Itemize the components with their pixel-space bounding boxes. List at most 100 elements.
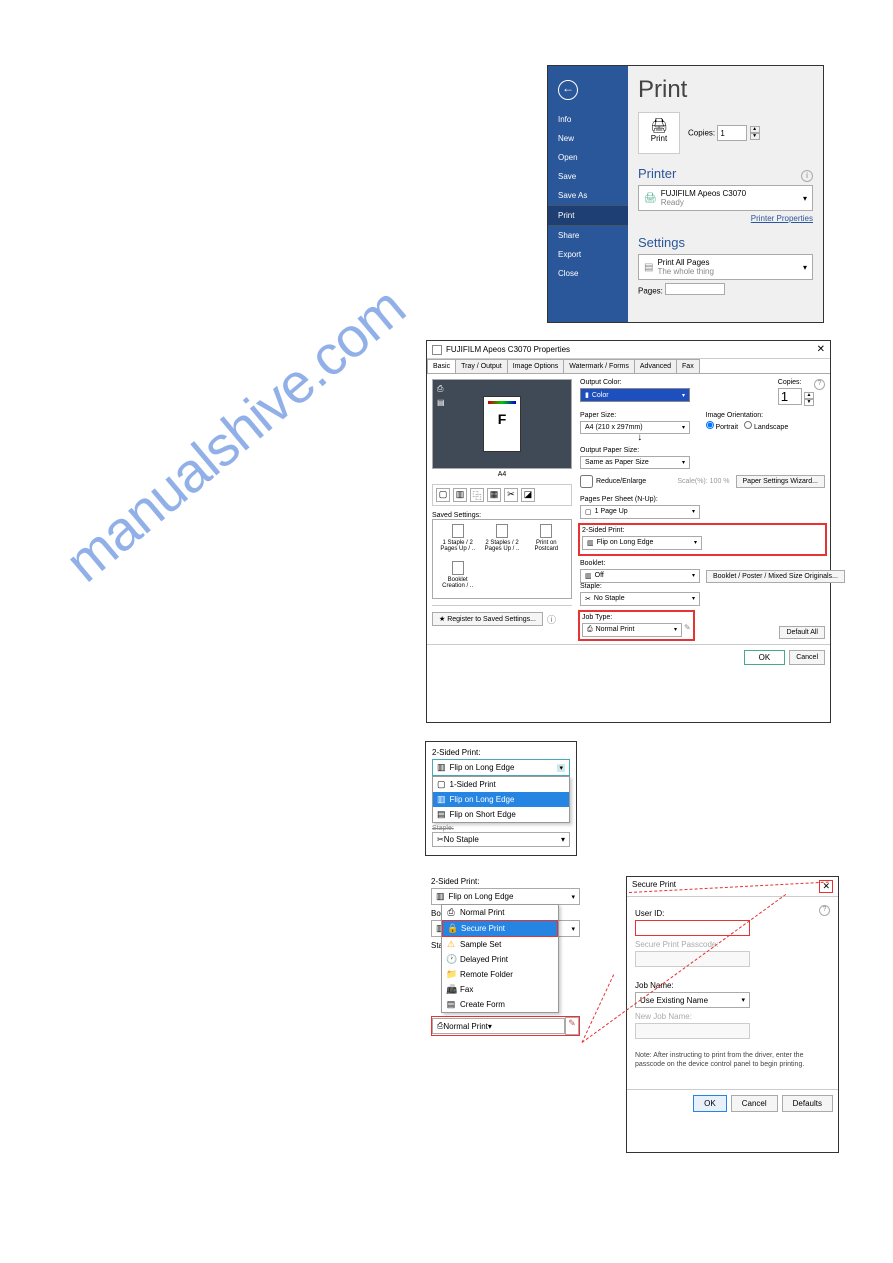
default-all-button[interactable]: Default All <box>779 626 825 639</box>
arrow-down-icon: ↓ <box>580 432 700 443</box>
print-all-pages-dropdown[interactable]: ▤ Print All Pages The whole thing ▾ <box>638 254 813 280</box>
copies-down[interactable]: ▼ <box>750 133 760 140</box>
booklet-wizard-button[interactable]: Booklet / Poster / Mixed Size Originals.… <box>706 570 845 583</box>
portrait-radio[interactable]: Portrait <box>706 421 739 431</box>
option-remote-folder[interactable]: 📁Remote Folder <box>442 967 558 982</box>
option-fax[interactable]: 📠Fax <box>442 982 558 997</box>
tab-advanced[interactable]: Advanced <box>634 359 677 373</box>
doc-icon <box>452 561 464 575</box>
print-preview: ⎙ ▤ F <box>432 379 572 469</box>
pages-per-sheet-dropdown[interactable]: ▢ 1 Page Up ▾ <box>580 505 700 519</box>
jobtype-select[interactable]: ⎙ Normal Print ▾ <box>432 1018 565 1034</box>
settings-heading: Settings <box>638 235 813 250</box>
option-create-form[interactable]: ▤Create Form <box>442 997 558 1012</box>
close-button[interactable]: ✕ <box>817 344 825 355</box>
tool-cut-icon[interactable]: ✂ <box>504 488 518 502</box>
tool-copy-icon[interactable]: ⿻ <box>470 488 484 502</box>
booklet-dropdown[interactable]: ▥ Off ▾ <box>580 569 700 583</box>
cancel-button[interactable]: Cancel <box>789 650 825 665</box>
copies-up[interactable]: ▲ <box>804 392 814 399</box>
ok-button[interactable]: OK <box>693 1095 727 1112</box>
tab-image[interactable]: Image Options <box>507 359 565 373</box>
sidebar-item-open[interactable]: Open <box>548 148 628 167</box>
info-icon[interactable]: i <box>801 170 813 182</box>
saved-item[interactable]: Booklet Creation / .. <box>437 561 478 595</box>
back-button[interactable] <box>558 80 578 100</box>
saved-item[interactable]: 1 Staple / 2 Pages Up / .. <box>437 524 478 558</box>
edit-pencil-icon[interactable]: ✎ <box>684 623 691 637</box>
copies-down[interactable]: ▼ <box>804 399 814 406</box>
option-flip-long[interactable]: ▥Flip on Long Edge <box>433 792 569 807</box>
tool-book-icon[interactable]: ▥ <box>453 488 467 502</box>
jobname-dropdown[interactable]: Use Existing Name ▾ <box>635 992 750 1008</box>
help-icon[interactable]: ? <box>819 905 830 916</box>
defaults-button[interactable]: Defaults <box>782 1095 833 1112</box>
staple-dropdown[interactable]: ✂ No Staple ▾ <box>580 592 700 606</box>
sidebar-item-save[interactable]: Save <box>548 167 628 186</box>
option-flip-short[interactable]: ▤Flip on Short Edge <box>433 807 569 822</box>
twosided-select[interactable]: ▥ Flip on Long Edge ▾ <box>432 759 570 776</box>
staple-dropdown[interactable]: ✂ No Staple ▾ <box>432 832 570 847</box>
edit-pencil-button[interactable]: ✎ <box>565 1017 579 1035</box>
help-icon[interactable]: ? <box>814 379 825 390</box>
option-delayed-print[interactable]: 🕐Delayed Print <box>442 952 558 967</box>
printer-heading: Printer <box>638 166 676 181</box>
landscape-radio[interactable]: Landscape <box>744 421 788 431</box>
sidebar-item-share[interactable]: Share <box>548 226 628 245</box>
twosided-select[interactable]: ▥ Flip on Long Edge ▾ <box>431 888 580 905</box>
register-saved-button[interactable]: ★ Register to Saved Settings... <box>432 612 543 626</box>
sidebar-item-export[interactable]: Export <box>548 245 628 264</box>
paper-settings-wizard-button[interactable]: Paper Settings Wizard... <box>736 475 825 488</box>
preview-toolbar: ▢ ▥ ⿻ ▦ ✂ ◪ <box>432 484 572 506</box>
printer-status: Ready <box>661 198 746 207</box>
chevron-down-icon: ▾ <box>682 459 685 466</box>
copies-up[interactable]: ▲ <box>750 126 760 133</box>
tool-layout-icon[interactable]: ▦ <box>487 488 501 502</box>
passcode-input[interactable] <box>635 951 750 967</box>
printer-properties-link[interactable]: Printer Properties <box>638 214 813 223</box>
print-icon: ⎙ <box>587 626 593 634</box>
chevron-down-icon: ▾ <box>571 893 575 901</box>
tab-fax[interactable]: Fax <box>676 359 700 373</box>
tab-tray[interactable]: Tray / Output <box>455 359 508 373</box>
tool-page-icon[interactable]: ▢ <box>436 488 450 502</box>
print-pages-sub: The whole thing <box>657 267 713 276</box>
sidebar-item-close[interactable]: Close <box>548 264 628 283</box>
jobtype-dropdown-panel: 2-Sided Print: ▥ Flip on Long Edge ▾ Boo… <box>425 871 586 1054</box>
sidebar-item-saveas[interactable]: Save As <box>548 186 628 205</box>
output-paper-dropdown[interactable]: Same as Paper Size ▾ <box>580 456 690 469</box>
option-normal-print[interactable]: ⎙Normal Print <box>442 905 558 920</box>
saved-item[interactable]: 2 Staples / 2 Pages Up / .. <box>481 524 522 558</box>
copies-input[interactable] <box>717 125 747 141</box>
output-color-label: Output Color: <box>580 379 772 386</box>
fax-icon: 📠 <box>446 984 456 995</box>
jobtype-label: Job Type: <box>582 614 691 621</box>
sidebar-item-new[interactable]: New <box>548 129 628 148</box>
option-secure-print[interactable]: 🔒Secure Print <box>442 920 558 937</box>
sidebar-item-print[interactable]: Print <box>548 205 628 226</box>
option-sample-set[interactable]: ⚠Sample Set <box>442 937 558 952</box>
sidebar-item-info[interactable]: Info <box>548 110 628 129</box>
cancel-button[interactable]: Cancel <box>731 1095 778 1112</box>
tool-color-icon[interactable]: ◪ <box>521 488 535 502</box>
twosided-dropdown[interactable]: ▥ Flip on Long Edge ▾ <box>582 536 702 550</box>
printer-dropdown[interactable]: 🖨 FUJIFILM Apeos C3070 Ready ▾ <box>638 185 813 211</box>
copies-label: Copies: <box>778 379 814 386</box>
tab-basic[interactable]: Basic <box>427 359 456 373</box>
chevron-down-icon: ▾ <box>571 925 575 933</box>
option-1sided[interactable]: ▢1-Sided Print <box>433 777 569 792</box>
preview-badge-icon: ⎙ <box>437 384 443 394</box>
newjob-input[interactable] <box>635 1023 750 1039</box>
tab-watermark[interactable]: Watermark / Forms <box>563 359 635 373</box>
pages-input[interactable] <box>665 283 725 295</box>
user-id-input[interactable] <box>635 920 750 936</box>
copies-input[interactable] <box>778 388 802 405</box>
reduce-enlarge-checkbox[interactable] <box>580 475 593 488</box>
info-icon[interactable]: ⓘ <box>547 613 556 626</box>
print-button[interactable]: Print <box>638 112 680 154</box>
saved-item[interactable]: Print on Postcard <box>526 524 567 558</box>
ok-button[interactable]: OK <box>744 650 786 665</box>
jobtype-dropdown[interactable]: ⎙ Normal Print ▾ <box>582 623 682 637</box>
output-color-dropdown[interactable]: ▮ Color ▾ <box>580 388 690 402</box>
page-icon: ▤ <box>644 262 653 273</box>
